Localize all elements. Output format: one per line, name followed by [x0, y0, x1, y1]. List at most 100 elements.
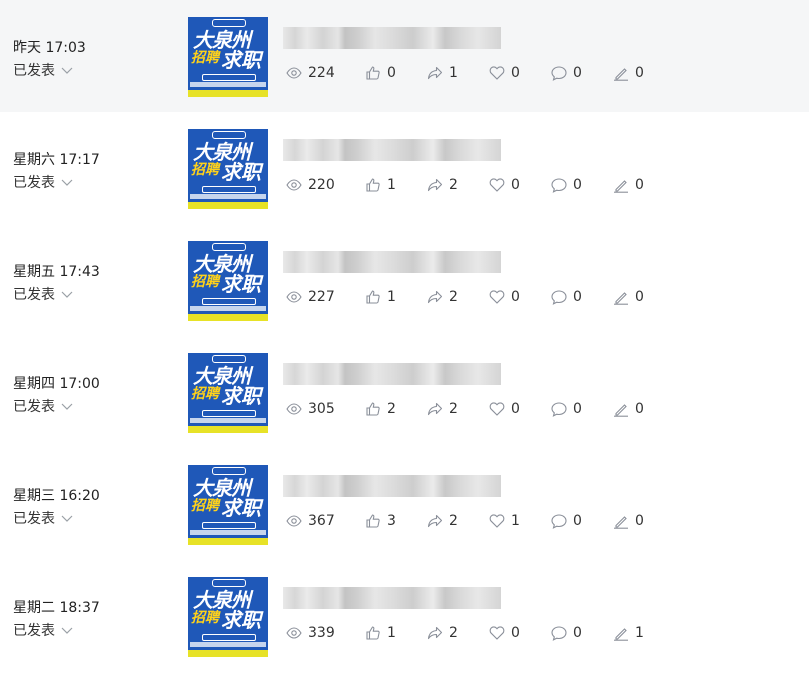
post-status-dropdown[interactable]: 已发表 — [13, 620, 73, 640]
post-status-dropdown[interactable]: 已发表 — [13, 284, 73, 304]
favorites-stat[interactable]: 0 — [489, 399, 520, 419]
likes-stat[interactable]: 2 — [365, 399, 396, 419]
views-count: 224 — [308, 65, 335, 81]
shares-stat[interactable]: 1 — [427, 63, 458, 83]
comment-bubble-icon — [551, 66, 567, 81]
edits-stat[interactable]: 0 — [613, 175, 644, 195]
chevron-down-icon — [61, 403, 73, 410]
share-arrow-icon — [427, 514, 443, 528]
shares-stat[interactable]: 2 — [427, 623, 458, 643]
edits-stat[interactable]: 1 — [613, 623, 644, 643]
post-title-blurred[interactable] — [283, 363, 501, 385]
post-title-blurred[interactable] — [283, 251, 501, 273]
post-row[interactable]: 星期二 18:37 已发表 大泉州 招聘 求职 339 1 2 0 0 1 — [0, 560, 809, 672]
shares-stat[interactable]: 2 — [427, 399, 458, 419]
post-title-blurred[interactable] — [283, 139, 501, 161]
post-row[interactable]: 星期五 17:43 已发表 大泉州 招聘 求职 227 1 2 0 0 0 — [0, 224, 809, 336]
views-count: 339 — [308, 625, 335, 641]
favorites-stat[interactable]: 0 — [489, 287, 520, 307]
thumbnail-small-band — [202, 186, 256, 193]
shares-stat[interactable]: 2 — [427, 175, 458, 195]
comments-stat[interactable]: 0 — [551, 63, 582, 83]
favorites-stat[interactable]: 0 — [489, 63, 520, 83]
chevron-down-icon — [61, 515, 73, 522]
post-row[interactable]: 星期四 17:00 已发表 大泉州 招聘 求职 305 2 2 0 0 0 — [0, 336, 809, 448]
pen-icon — [614, 516, 628, 529]
likes-stat[interactable]: 0 — [365, 63, 396, 83]
views-stat: 224 — [286, 63, 335, 83]
comments-count: 0 — [573, 65, 582, 81]
post-thumbnail[interactable]: 大泉州 招聘 求职 — [188, 129, 268, 209]
favorites-count: 1 — [511, 513, 520, 529]
favorites-stat[interactable]: 0 — [489, 623, 520, 643]
edits-stat[interactable]: 0 — [613, 287, 644, 307]
comments-stat[interactable]: 0 — [551, 623, 582, 643]
eye-icon — [286, 179, 302, 191]
thumbs-up-icon — [366, 626, 380, 640]
favorites-stat[interactable]: 1 — [489, 511, 520, 531]
post-status-label: 已发表 — [13, 511, 55, 527]
thumbs-up-icon — [366, 290, 380, 304]
comments-count: 0 — [573, 401, 582, 417]
thumbnail-title-line2-left: 招聘 — [191, 610, 219, 626]
post-thumbnail[interactable]: 大泉州 招聘 求职 — [188, 241, 268, 321]
thumbnail-small-band — [202, 74, 256, 81]
shares-stat[interactable]: 2 — [427, 287, 458, 307]
heart-icon — [489, 626, 505, 640]
thumbnail-subtitle-strip — [190, 306, 266, 311]
favorites-stat[interactable]: 0 — [489, 175, 520, 195]
comments-stat[interactable]: 0 — [551, 287, 582, 307]
edits-stat[interactable]: 0 — [613, 399, 644, 419]
eye-icon — [286, 403, 302, 415]
post-status-label: 已发表 — [13, 63, 55, 79]
post-thumbnail[interactable]: 大泉州 招聘 求职 — [188, 465, 268, 545]
views-stat: 305 — [286, 399, 335, 419]
shares-count: 2 — [449, 513, 458, 529]
thumbs-up-icon — [366, 178, 380, 192]
post-status-dropdown[interactable]: 已发表 — [13, 508, 73, 528]
post-status-dropdown[interactable]: 已发表 — [13, 172, 73, 192]
likes-stat[interactable]: 1 — [365, 175, 396, 195]
chevron-down-icon — [61, 179, 73, 186]
post-row[interactable]: 星期三 16:20 已发表 大泉州 招聘 求职 367 3 2 1 0 0 — [0, 448, 809, 560]
post-title-blurred[interactable] — [283, 475, 501, 497]
views-stat: 227 — [286, 287, 335, 307]
share-arrow-icon — [427, 626, 443, 640]
post-thumbnail[interactable]: 大泉州 招聘 求职 — [188, 577, 268, 657]
thumbnail-title-line2-left: 招聘 — [191, 274, 219, 290]
comments-stat[interactable]: 0 — [551, 399, 582, 419]
eye-icon — [286, 291, 302, 303]
shares-count: 1 — [449, 65, 458, 81]
post-thumbnail[interactable]: 大泉州 招聘 求职 — [188, 17, 268, 97]
comments-stat[interactable]: 0 — [551, 175, 582, 195]
post-thumbnail[interactable]: 大泉州 招聘 求职 — [188, 353, 268, 433]
comments-stat[interactable]: 0 — [551, 511, 582, 531]
thumbs-up-icon — [366, 66, 380, 80]
heart-icon — [489, 290, 505, 304]
thumbnail-title-line2-right: 求职 — [221, 384, 261, 408]
shares-count: 2 — [449, 401, 458, 417]
post-status-dropdown[interactable]: 已发表 — [13, 60, 73, 80]
edits-stat[interactable]: 0 — [613, 511, 644, 531]
thumbnail-title-line2-left: 招聘 — [191, 50, 219, 66]
post-row[interactable]: 昨天 17:03 已发表 大泉州 招聘 求职 224 0 1 0 0 0 — [0, 0, 809, 112]
likes-stat[interactable]: 1 — [365, 287, 396, 307]
chevron-down-icon — [61, 627, 73, 634]
post-title-blurred[interactable] — [283, 27, 501, 49]
likes-stat[interactable]: 1 — [365, 623, 396, 643]
edits-count: 0 — [635, 401, 644, 417]
likes-stat[interactable]: 3 — [365, 511, 396, 531]
views-stat: 339 — [286, 623, 335, 643]
views-stat: 220 — [286, 175, 335, 195]
shares-stat[interactable]: 2 — [427, 511, 458, 531]
thumbnail-small-band — [202, 634, 256, 641]
comment-bubble-icon — [551, 402, 567, 417]
thumbnail-top-band — [212, 243, 246, 251]
views-count: 220 — [308, 177, 335, 193]
post-title-blurred[interactable] — [283, 587, 501, 609]
edits-stat[interactable]: 0 — [613, 63, 644, 83]
post-status-dropdown[interactable]: 已发表 — [13, 396, 73, 416]
shares-count: 2 — [449, 177, 458, 193]
eye-icon — [286, 67, 302, 79]
post-row[interactable]: 星期六 17:17 已发表 大泉州 招聘 求职 220 1 2 0 0 0 — [0, 112, 809, 224]
